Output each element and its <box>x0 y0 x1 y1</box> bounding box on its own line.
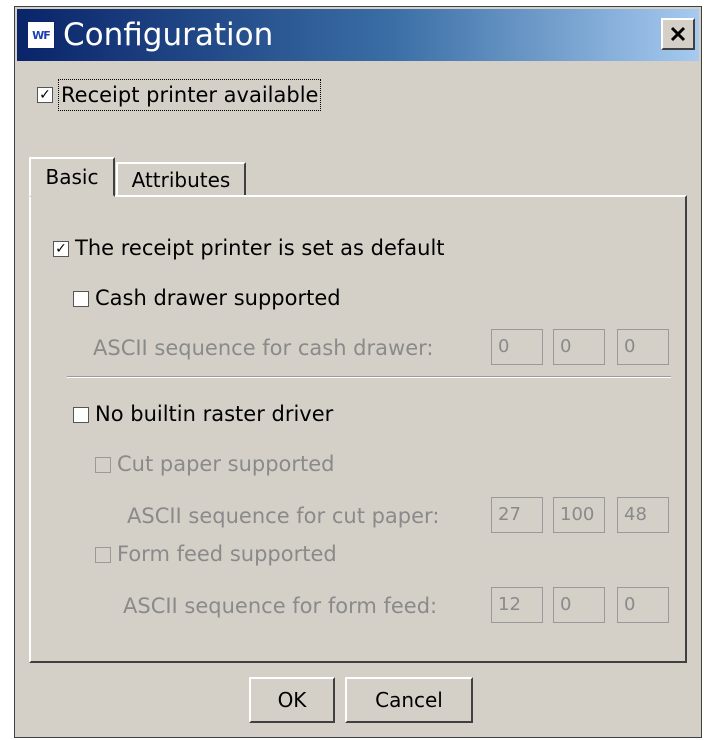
cash-drawer-sequence-label: ASCII sequence for cash drawer: <box>93 336 434 360</box>
cash-drawer-field-3[interactable]: 0 <box>617 329 669 365</box>
default-printer-checkbox[interactable]: ✓ <box>53 241 69 257</box>
tab-attributes[interactable]: Attributes <box>116 162 246 197</box>
form-feed-field-3[interactable]: 0 <box>617 587 669 623</box>
cut-paper-field-1[interactable]: 27 <box>491 497 543 533</box>
form-feed-field-1[interactable]: 12 <box>491 587 543 623</box>
form-feed-checkbox[interactable] <box>95 547 111 563</box>
cash-drawer-checkbox[interactable] <box>73 291 89 307</box>
default-printer-label[interactable]: The receipt printer is set as default <box>75 235 445 261</box>
configuration-dialog: WF Configuration ✓ Receipt printer avail… <box>14 6 702 738</box>
form-feed-sequence-label: ASCII sequence for form feed: <box>123 594 438 618</box>
cash-drawer-field-2[interactable]: 0 <box>553 329 605 365</box>
window-title: Configuration <box>63 17 274 53</box>
cash-drawer-field-1[interactable]: 0 <box>491 329 543 365</box>
cut-paper-field-3[interactable]: 48 <box>617 497 669 533</box>
separator <box>67 376 671 378</box>
receipt-printer-label[interactable]: Receipt printer available <box>57 79 322 111</box>
cancel-button[interactable]: Cancel <box>345 677 473 723</box>
cash-drawer-label[interactable]: Cash drawer supported <box>95 285 341 311</box>
no-raster-driver-checkbox[interactable] <box>73 407 89 423</box>
form-feed-field-2[interactable]: 0 <box>553 587 605 623</box>
ok-button[interactable]: OK <box>249 677 335 723</box>
cut-paper-checkbox[interactable] <box>95 457 111 473</box>
app-icon: WF <box>27 21 55 49</box>
no-raster-driver-label[interactable]: No builtin raster driver <box>95 401 333 427</box>
receipt-printer-checkbox[interactable]: ✓ <box>37 87 53 103</box>
tab-basic[interactable]: Basic <box>29 157 115 197</box>
cut-paper-label[interactable]: Cut paper supported <box>117 451 335 477</box>
form-feed-label[interactable]: Form feed supported <box>117 541 337 567</box>
title-bar: WF Configuration <box>17 9 699 61</box>
cut-paper-field-2[interactable]: 100 <box>553 497 605 533</box>
cut-paper-sequence-label: ASCII sequence for cut paper: <box>127 504 440 528</box>
close-icon <box>670 26 686 42</box>
close-button[interactable] <box>661 18 695 50</box>
